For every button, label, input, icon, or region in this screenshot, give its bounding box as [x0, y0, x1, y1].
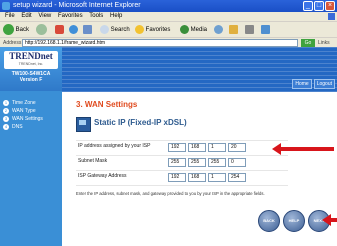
- annotation-arrow-ip: [272, 143, 334, 155]
- back-nav-button[interactable]: BACK: [258, 210, 280, 232]
- logout-link[interactable]: Logout: [313, 79, 335, 89]
- history-button[interactable]: [214, 24, 223, 36]
- refresh-button[interactable]: [69, 24, 78, 36]
- instructions-text: Enter the IP address, subnet mask, and g…: [76, 191, 265, 196]
- links-label[interactable]: Links: [318, 39, 330, 47]
- menu-view[interactable]: View: [38, 13, 51, 19]
- home-icon: [83, 24, 92, 34]
- step-dns[interactable]: 4 DNS: [0, 123, 62, 131]
- mask-octet-1[interactable]: 255: [168, 158, 186, 167]
- step-wan-settings[interactable]: 3 WAN Settings: [0, 115, 62, 123]
- address-input[interactable]: http://192.168.1.1/frame_wizard.htm: [22, 39, 298, 47]
- field-label: IP address assigned by your ISP: [78, 143, 151, 149]
- static-ip-title: Static IP (Fixed-IP xDSL): [94, 118, 187, 127]
- brand-box: TRENDnet TRENDnet, Inc. TW100-S4W1CA Ver…: [0, 47, 62, 91]
- gateway-row: ISP Gateway Address 192 168 1 254: [76, 170, 288, 186]
- refresh-icon: [69, 24, 78, 34]
- gateway-octet-1[interactable]: 192: [168, 173, 186, 182]
- forward-arrow-icon: [36, 24, 47, 35]
- ip-octet-4[interactable]: 20: [228, 143, 246, 152]
- gateway-octet-3[interactable]: 1: [208, 173, 226, 182]
- search-icon: [100, 24, 109, 34]
- field-label: Subnet Mask: [78, 158, 108, 164]
- gateway-octet-4[interactable]: 254: [228, 173, 246, 182]
- annotation-arrow-next: [322, 214, 337, 226]
- menu-file[interactable]: File: [5, 13, 15, 19]
- back-arrow-icon: [3, 24, 14, 35]
- mail-button[interactable]: [229, 24, 238, 36]
- menu-favorites[interactable]: Favorites: [58, 13, 83, 19]
- section-title: 3. WAN Settings: [76, 100, 138, 109]
- header-banner: Home Logout: [62, 47, 337, 92]
- print-icon: [245, 24, 254, 34]
- gateway-octet-2[interactable]: 168: [188, 173, 206, 182]
- close-button[interactable]: ×: [325, 1, 335, 11]
- header-buttons: Home Logout: [292, 79, 335, 89]
- ie-icon: [2, 2, 10, 10]
- edit-icon: [261, 24, 270, 34]
- trendnet-logo: TRENDnet TRENDnet, Inc.: [4, 51, 58, 69]
- window-controls: _ □ ×: [303, 1, 335, 11]
- minimize-button[interactable]: _: [303, 1, 313, 11]
- title-bar: setup wizard - Microsoft Internet Explor…: [0, 0, 337, 12]
- history-icon: [214, 24, 223, 34]
- menu-tools[interactable]: Tools: [89, 13, 103, 19]
- network-icon: [76, 117, 91, 132]
- menu-bar: File Edit View Favorites Tools Help: [0, 12, 337, 21]
- stop-icon: [55, 24, 64, 34]
- media-button[interactable]: Media: [180, 24, 207, 36]
- stop-button[interactable]: [55, 24, 64, 36]
- search-button[interactable]: Search: [100, 24, 130, 36]
- mask-octet-4[interactable]: 0: [228, 158, 246, 167]
- ip-octet-3[interactable]: 1: [208, 143, 226, 152]
- home-link[interactable]: Home: [292, 79, 312, 89]
- wan-fields-table: IP address assigned by your ISP 192 168 …: [76, 140, 288, 186]
- window-title: setup wizard - Microsoft Internet Explor…: [13, 2, 141, 9]
- print-button[interactable]: [245, 24, 254, 36]
- toolbar: Back Search Favorites Media: [0, 21, 337, 38]
- forward-button[interactable]: [36, 24, 47, 36]
- edit-button[interactable]: [261, 24, 270, 36]
- subnet-mask-row: Subnet Mask 255 255 255 0: [76, 155, 288, 170]
- windows-logo-icon: [328, 13, 335, 20]
- field-label: ISP Gateway Address: [78, 173, 127, 179]
- ip-octet-2[interactable]: 168: [188, 143, 206, 152]
- mask-octet-2[interactable]: 255: [188, 158, 206, 167]
- favorites-button[interactable]: Favorites: [135, 24, 170, 36]
- home-button[interactable]: [83, 24, 92, 36]
- step-time-zone[interactable]: 1 Time Zone: [0, 99, 62, 107]
- ip-octet-1[interactable]: 192: [168, 143, 186, 152]
- media-icon: [180, 24, 189, 34]
- go-button[interactable]: Go: [301, 39, 315, 47]
- back-button[interactable]: Back: [3, 24, 29, 36]
- mask-octet-3[interactable]: 255: [208, 158, 226, 167]
- menu-edit[interactable]: Edit: [21, 13, 31, 19]
- model-info: TW100-S4W1CA Version F: [11, 71, 51, 83]
- address-label: Address: [3, 40, 22, 46]
- wizard-steps: 1 Time Zone 2 WAN Type 3 WAN Settings 4 …: [0, 99, 62, 131]
- star-icon: [135, 24, 144, 34]
- help-nav-button[interactable]: HELP: [283, 210, 305, 232]
- ip-address-row: IP address assigned by your ISP 192 168 …: [76, 140, 288, 155]
- maximize-button[interactable]: □: [314, 1, 324, 11]
- menu-help[interactable]: Help: [110, 13, 122, 19]
- mail-icon: [229, 24, 238, 34]
- left-panel: TRENDnet TRENDnet, Inc. TW100-S4W1CA Ver…: [0, 47, 62, 246]
- step-wan-type[interactable]: 2 WAN Type: [0, 107, 62, 115]
- wizard-nav: BACK HELP NEXT: [258, 210, 330, 232]
- main-content: 3. WAN Settings Static IP (Fixed-IP xDSL…: [62, 92, 337, 246]
